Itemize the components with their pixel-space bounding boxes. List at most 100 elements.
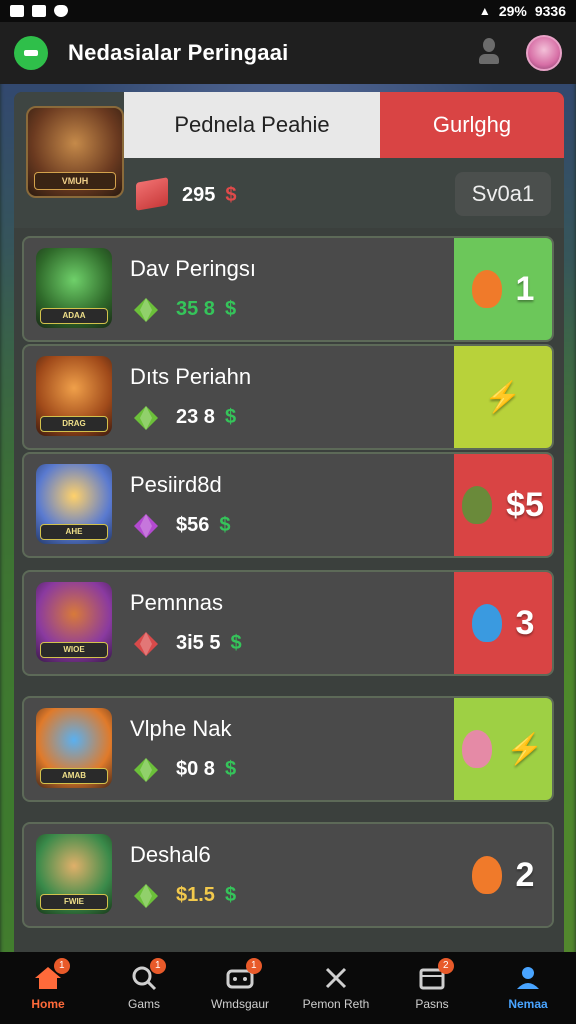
thumb-tag: ADAA <box>40 308 108 324</box>
game-thumbnail[interactable]: FWIE <box>36 834 112 914</box>
rank-blob-icon <box>471 604 502 642</box>
app-logo-icon[interactable] <box>14 36 48 70</box>
gem-icon <box>132 756 160 784</box>
price-value: 35 8 <box>176 298 215 320</box>
thumb-tag: WIOE <box>40 642 108 658</box>
game-name: Deshal6 <box>130 842 211 867</box>
app-bar: Nedasialar Peringaai <box>0 22 576 84</box>
price: $0 8 $ <box>176 758 236 781</box>
profile-icon <box>513 965 543 991</box>
rank-value: 1 <box>515 269 535 308</box>
hero-card[interactable]: VMUH Pednela Peahie Gurlghg 295 $ Sv0a1 <box>14 92 564 228</box>
nav-label: Pasns <box>415 997 449 1011</box>
thumb-tag: DRAG <box>40 416 108 432</box>
sim-icon <box>10 5 24 17</box>
notification-badge: 1 <box>245 958 262 974</box>
list-item[interactable]: AHE Pesiird8d $56 $ $5 <box>22 452 554 558</box>
list-item[interactable]: FWIE Deshal6 $1.5 $2 <box>22 822 554 928</box>
list-item[interactable]: WIOE Pemnnas 3i5 5 $3 <box>22 570 554 676</box>
nav-label: Wmdsgaur <box>210 997 269 1011</box>
gem-icon <box>132 512 160 540</box>
thumb-tag: AMAB <box>40 768 108 784</box>
game-thumbnail[interactable]: DRAG <box>36 356 112 436</box>
nav-item-home[interactable]: 1 Home <box>0 952 96 1024</box>
price: 35 8 $ <box>176 298 236 321</box>
nav-label: Home <box>31 997 65 1011</box>
game-name: Dıts Periahn <box>130 364 252 389</box>
avatar[interactable] <box>526 35 562 71</box>
hero-title: Pednela Peahie <box>124 92 380 158</box>
game-name: Dav Peringsı <box>130 256 256 281</box>
rank-side-panel[interactable]: $5 <box>454 454 552 556</box>
price-currency: $ <box>224 406 237 428</box>
price: $56 $ <box>176 514 231 537</box>
rank-side-panel[interactable]: 3 <box>454 572 552 674</box>
nav-item-pasns[interactable]: 2 Pasns <box>384 952 480 1024</box>
list-item[interactable]: DRAG Dıts Periahn 23 8 $ ⚡ <box>22 344 554 450</box>
price-value: 23 8 <box>176 406 215 428</box>
gem-icon <box>132 630 160 658</box>
price-value: $0 8 <box>176 758 215 780</box>
rank-side-panel[interactable]: ⚡ <box>454 698 552 800</box>
hero-price: 295 $ <box>182 184 237 207</box>
nav-item-wmdsgaur[interactable]: 1 Wmdsgaur <box>192 952 288 1024</box>
status-bar: ▲ 29% 9336 <box>0 0 576 22</box>
status-left-icons <box>10 5 68 17</box>
price-currency: $ <box>219 514 231 536</box>
bottom-nav: 1 Home 1 Gams 1 Wmdsgaur Pemon Reth 2 Pasns Nemaa <box>0 952 576 1024</box>
rank-blob-icon <box>471 856 502 894</box>
gem-icon <box>132 404 160 432</box>
hero-secondary-button[interactable]: Sv0a1 <box>455 172 551 216</box>
nav-label: Nemaa <box>508 997 548 1011</box>
price-currency: $ <box>224 298 237 320</box>
price-value: 3i5 5 <box>176 632 221 654</box>
nav-item-pemon-reth[interactable]: Pemon Reth <box>288 952 384 1024</box>
nav-label: Gams <box>127 997 160 1011</box>
user-icon[interactable] <box>478 38 500 68</box>
game-thumbnail[interactable]: ADAA <box>36 248 112 328</box>
price: $1.5 $ <box>176 884 236 907</box>
game-thumbnail[interactable]: AHE <box>36 464 112 544</box>
hero-price-value: 295 <box>182 184 216 206</box>
rank-side-panel[interactable]: 2 <box>454 824 552 926</box>
hero-thumb-tag: VMUH <box>34 172 116 190</box>
gem-icon <box>132 882 160 910</box>
notification-badge: 1 <box>149 958 166 974</box>
status-right-info: ▲ 29% 9336 <box>479 3 566 19</box>
game-thumbnail[interactable]: WIOE <box>36 582 112 662</box>
price-currency: $ <box>224 758 237 780</box>
nav-item-gams[interactable]: 1 Gams <box>96 952 192 1024</box>
game-name: Pemnnas <box>130 590 223 615</box>
rank-side-panel[interactable]: 1 <box>454 238 552 340</box>
wifi-icon: ▲ <box>478 4 491 18</box>
game-name: Pesiird8d <box>130 472 222 497</box>
rank-value: 2 <box>515 855 535 894</box>
list-item[interactable]: ADAA Dav Peringsı 35 8 $1 <box>22 236 554 342</box>
battery-text: 29% <box>498 3 527 19</box>
message-icon <box>32 5 46 17</box>
rank-value: $5 <box>506 485 544 524</box>
price-value: $1.5 <box>176 884 215 906</box>
game-thumbnail[interactable]: AMAB <box>36 708 112 788</box>
list-item[interactable]: AMAB Vlphe Nak $0 8 $ ⚡ <box>22 696 554 802</box>
shield-icon <box>54 5 68 17</box>
hero-price-currency: $ <box>225 184 237 206</box>
page-title: Nedasialar Peringaai <box>68 40 289 65</box>
thumb-tag: FWIE <box>40 894 108 910</box>
hero-game-thumbnail[interactable]: VMUH <box>26 106 124 198</box>
price-currency: $ <box>224 884 237 906</box>
thumb-tag: AHE <box>40 524 108 540</box>
rank-side-panel[interactable]: ⚡ <box>454 346 552 448</box>
price: 23 8 $ <box>176 406 236 429</box>
game-name: Vlphe Nak <box>130 716 232 741</box>
ranking-panel: VMUH Pednela Peahie Gurlghg 295 $ Sv0a1 A… <box>14 92 564 962</box>
nav-label: Pemon Reth <box>302 997 370 1011</box>
status-time: 9336 <box>534 3 566 19</box>
rank-value: 3 <box>515 603 535 642</box>
nav-item-nemaa[interactable]: Nemaa <box>480 952 576 1024</box>
price: 3i5 5 $ <box>176 632 242 655</box>
bolt-icon: ⚡ <box>506 732 544 766</box>
hero-action-button[interactable]: Gurlghg <box>380 92 564 158</box>
price-value: $56 <box>176 514 210 536</box>
price-currency: $ <box>230 632 242 654</box>
